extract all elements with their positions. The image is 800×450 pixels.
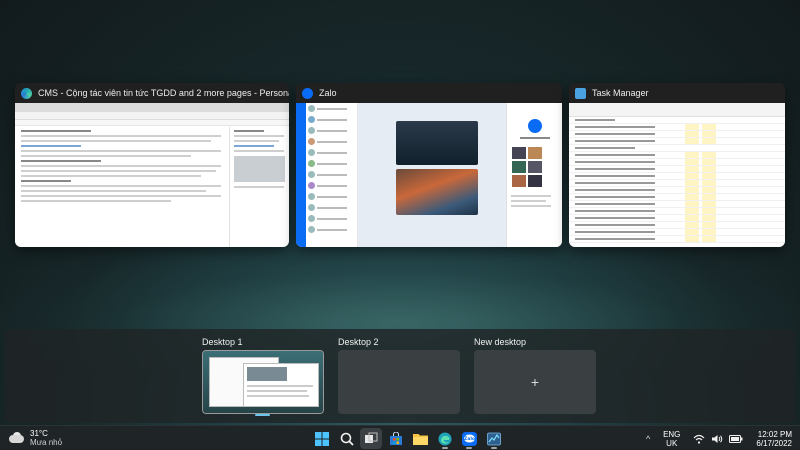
desktop-preview	[202, 350, 324, 414]
taskbar: 31°C Mưa nhỏ Zalo ^ ENG UK 12:02 PM 6/17…	[0, 425, 800, 450]
clock-time: 12:02 PM	[757, 429, 792, 439]
plus-icon: +	[530, 374, 540, 390]
task-view-icon	[365, 432, 378, 443]
desktop-preview	[338, 350, 460, 414]
zalo-icon	[302, 87, 313, 99]
task-manager-icon	[486, 432, 501, 445]
window-title-bar: Zalo	[296, 83, 562, 103]
weather-temperature: 31°C	[30, 429, 48, 438]
weather-condition: Mưa nhỏ	[30, 438, 63, 447]
microsoft-store-icon	[389, 431, 402, 445]
language-indicator[interactable]: ENG UK	[663, 430, 680, 448]
edge-window-preview	[15, 103, 289, 247]
file-explorer-icon	[412, 434, 428, 445]
cloud-rain-icon	[8, 431, 26, 445]
window-thumbnail-zalo[interactable]: Zalo	[296, 83, 562, 247]
window-title: Zalo	[319, 88, 337, 98]
zalo-button[interactable]: Zalo	[458, 428, 480, 449]
microsoft-store-button[interactable]	[385, 428, 407, 449]
svg-text:Zalo: Zalo	[463, 436, 474, 442]
system-tray: ^ ENG UK 12:02 PM 6/17/2022	[643, 428, 792, 449]
task-manager-icon	[575, 87, 586, 99]
new-desktop-button[interactable]: New desktop +	[474, 336, 596, 414]
taskbar-apps: Zalo	[311, 428, 507, 449]
search-icon	[340, 432, 354, 446]
windows-start-icon	[315, 431, 329, 446]
desktop-1[interactable]: Desktop 1	[202, 336, 324, 414]
keyboard-layout: UK	[666, 438, 678, 448]
zalo-icon: Zalo	[461, 431, 477, 446]
battery-icon	[729, 434, 743, 443]
task-view-button[interactable]	[360, 428, 382, 449]
start-button[interactable]	[311, 428, 333, 449]
file-explorer-button[interactable]	[409, 428, 431, 449]
edge-icon	[438, 432, 451, 445]
window-thumbnail-edge[interactable]: CMS - Cộng tác viên tin tức TGDD and 2 m…	[15, 83, 289, 247]
window-title-bar: CMS - Cộng tác viên tin tức TGDD and 2 m…	[15, 83, 289, 103]
search-button[interactable]	[336, 428, 358, 449]
active-desktop-indicator	[255, 414, 270, 416]
window-title: CMS - Cộng tác viên tin tức TGDD and 2 m…	[38, 88, 289, 98]
quick-settings[interactable]	[690, 434, 746, 444]
desktop-label: Desktop 1	[202, 337, 243, 347]
language-code: ENG	[663, 429, 681, 439]
desktop-2[interactable]: Desktop 2	[338, 336, 460, 414]
chevron-up-icon[interactable]: ^	[643, 434, 653, 444]
desktop-label: Desktop 2	[338, 337, 379, 347]
task-manager-button[interactable]	[483, 428, 505, 449]
clock-date: 6/17/2022	[756, 438, 792, 448]
zalo-window-preview	[296, 103, 562, 247]
edge-button[interactable]	[434, 428, 456, 449]
task-manager-window-preview	[569, 103, 785, 247]
volume-icon	[712, 434, 723, 443]
weather-widget[interactable]: 31°C Mưa nhỏ	[8, 429, 62, 447]
window-title-bar: Task Manager	[569, 83, 785, 103]
desktop-preview: +	[474, 350, 596, 414]
clock[interactable]: 12:02 PM 6/17/2022	[756, 430, 792, 448]
edge-icon	[21, 87, 32, 99]
wifi-icon	[693, 434, 705, 444]
window-title: Task Manager	[592, 88, 649, 98]
desktop-label: New desktop	[474, 337, 527, 347]
window-thumbnail-task-manager[interactable]: Task Manager	[569, 83, 785, 247]
